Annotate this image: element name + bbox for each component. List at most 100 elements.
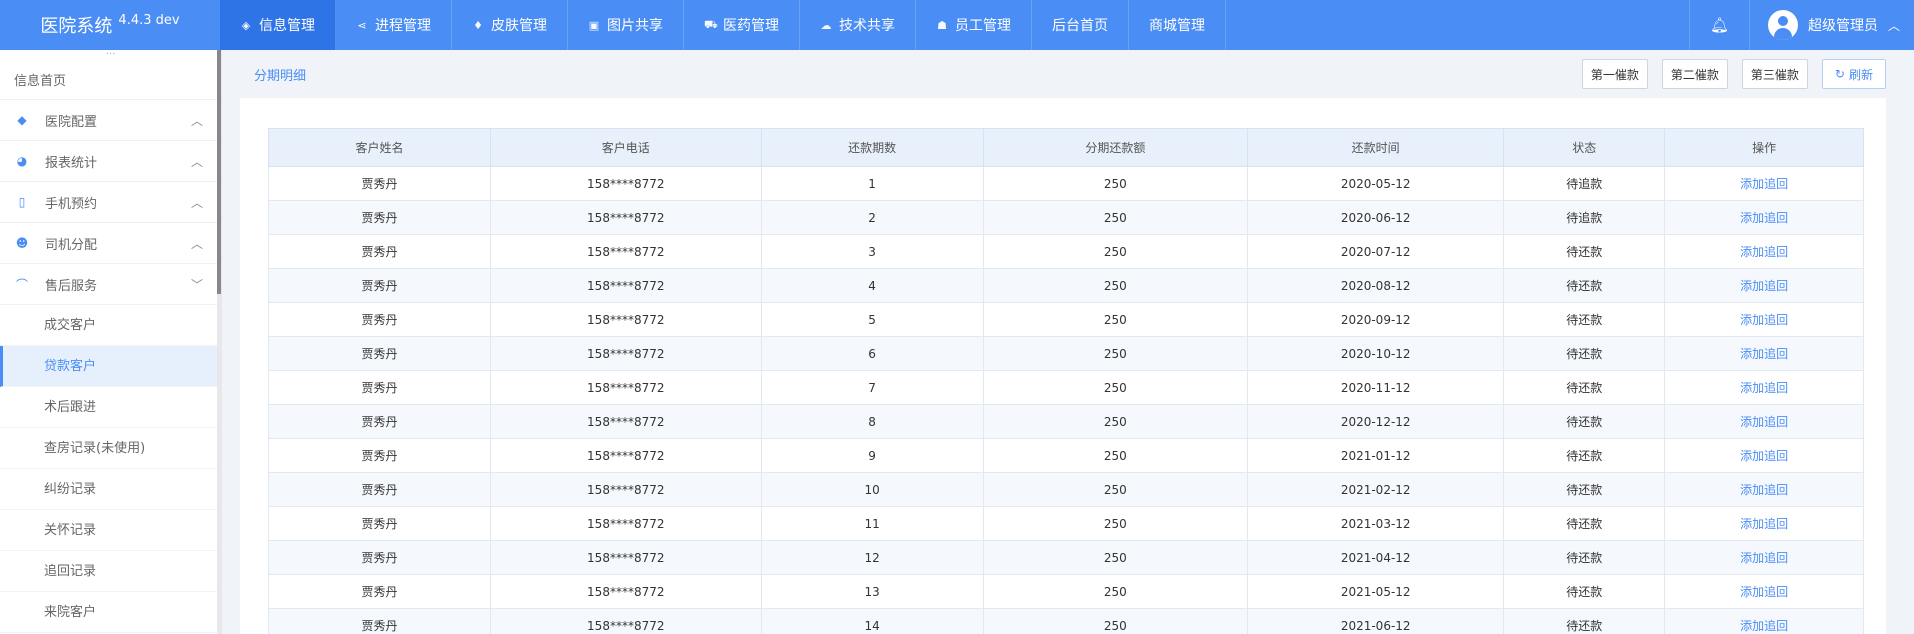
add-recovery-link[interactable]: 添加追回: [1664, 472, 1864, 507]
table-cell: 待还款: [1503, 574, 1666, 609]
sidebar-item-home[interactable]: 信息首页: [0, 64, 221, 100]
table-cell: 250: [982, 370, 1249, 405]
table-cell: 250: [982, 336, 1249, 371]
nav-item-7[interactable]: 后台首页: [1032, 0, 1129, 50]
table-cell: 250: [982, 608, 1249, 634]
table-cell: 2020-05-12: [1247, 166, 1505, 201]
nav-item-5[interactable]: ☁ 技术共享: [800, 0, 916, 50]
add-recovery-link[interactable]: 添加追回: [1664, 608, 1864, 634]
nav-item-1[interactable]: ⋖ 进程管理: [336, 0, 452, 50]
table-cell: 14: [760, 608, 984, 634]
share-icon: ⋖: [357, 18, 367, 32]
table-row: 贾秀丹 158****8772 12 250 2021-04-12 待还款 添加追回: [268, 540, 1864, 575]
add-recovery-link[interactable]: 添加追回: [1664, 404, 1864, 439]
add-recovery-link[interactable]: 添加追回: [1664, 336, 1864, 371]
table-cell: 158****8772: [489, 404, 762, 439]
sidebar-scrollbar[interactable]: [217, 50, 221, 634]
add-recovery-link[interactable]: 添加追回: [1664, 200, 1864, 235]
table-cell: 3: [760, 234, 984, 269]
add-recovery-link[interactable]: 添加追回: [1664, 302, 1864, 337]
refresh-button[interactable]: ↻ 刷新: [1821, 59, 1886, 89]
table-cell: 2021-03-12: [1247, 506, 1505, 541]
sidebar-subitem-1[interactable]: 贷款客户: [0, 346, 221, 387]
table-cell: 待还款: [1503, 268, 1666, 303]
second-reminder-button[interactable]: 第二催款: [1661, 59, 1728, 89]
table-row: 贾秀丹 158****8772 2 250 2020-06-12 待追款 添加追回: [268, 200, 1864, 235]
nav-item-label: 医药管理: [723, 18, 779, 34]
sidebar-subitem-7[interactable]: 来院客户: [0, 592, 221, 633]
table-cell: 250: [982, 200, 1249, 235]
table-cell: 250: [982, 472, 1249, 507]
table-cell: 250: [982, 234, 1249, 269]
table-cell: 7: [760, 370, 984, 405]
table-cell: 2: [760, 200, 984, 235]
add-recovery-link[interactable]: 添加追回: [1664, 574, 1864, 609]
table-cell: 158****8772: [489, 268, 762, 303]
table-cell: 6: [760, 336, 984, 371]
nav-item-3[interactable]: ▣ 图片共享: [568, 0, 684, 50]
sidebar-subitem-3[interactable]: 查房记录(未使用): [0, 428, 221, 469]
table-cell: 158****8772: [489, 472, 762, 507]
table-cell: 158****8772: [489, 438, 762, 473]
table-cell: 贾秀丹: [268, 166, 491, 201]
table-cell: 2020-11-12: [1247, 370, 1505, 405]
table-row: 贾秀丹 158****8772 5 250 2020-09-12 待还款 添加追回: [268, 302, 1864, 337]
nav-item-4[interactable]: ⛟ 医药管理: [684, 0, 800, 50]
sidebar-group-label: 报表统计: [45, 155, 98, 171]
table-cell: 待还款: [1503, 472, 1666, 507]
sidebar-group-4[interactable]: ⌒ 售后服务 ﹀: [0, 264, 221, 305]
add-recovery-link[interactable]: 添加追回: [1664, 438, 1864, 473]
cube-icon: ◈: [241, 18, 251, 32]
nav-item-8[interactable]: 商城管理: [1129, 0, 1226, 50]
nav-item-6[interactable]: ☗ 员工管理: [916, 0, 1032, 50]
table-cell: 待追款: [1503, 200, 1666, 235]
sidebar-group-2[interactable]: ▯ 手机预约 ︿: [0, 182, 221, 223]
table-cell: 250: [982, 268, 1249, 303]
refresh-icon: ↻: [1834, 67, 1845, 81]
column-header: 还款期数: [760, 128, 984, 167]
table-cell: 贾秀丹: [268, 404, 491, 439]
person-icon: ☻: [15, 236, 29, 250]
headset-icon: ⌒: [15, 277, 28, 292]
notification-bell-icon[interactable]: 🔔︎: [1688, 0, 1749, 50]
sidebar-subitem-0[interactable]: 成交客户: [0, 305, 221, 346]
nav-item-2[interactable]: ♦ 皮肤管理: [452, 0, 568, 50]
sidebar-group-0[interactable]: ◆ 医院配置 ︿: [0, 100, 221, 141]
add-recovery-link[interactable]: 添加追回: [1664, 370, 1864, 405]
table-cell: 250: [982, 506, 1249, 541]
sidebar-scrollbar-thumb[interactable]: [217, 50, 221, 294]
table-cell: 8: [760, 404, 984, 439]
sidebar-subitem-6[interactable]: 追回记录: [0, 551, 221, 592]
table-row: 贾秀丹 158****8772 13 250 2021-05-12 待还款 添加追回: [268, 574, 1864, 609]
first-reminder-button[interactable]: 第一催款: [1581, 59, 1648, 89]
sidebar-subitem-2[interactable]: 术后跟进: [0, 387, 221, 428]
add-recovery-link[interactable]: 添加追回: [1664, 506, 1864, 541]
table-cell: 贾秀丹: [268, 200, 491, 235]
table-cell: 2021-05-12: [1247, 574, 1505, 609]
table-cell: 贾秀丹: [268, 370, 491, 405]
sidebar-group-3[interactable]: ☻ 司机分配 ︿: [0, 223, 221, 264]
third-reminder-button[interactable]: 第三催款: [1741, 59, 1808, 89]
table-cell: 158****8772: [489, 608, 762, 634]
sidebar-group-label: 手机预约: [45, 196, 98, 212]
table-cell: 贾秀丹: [268, 438, 491, 473]
user-menu[interactable]: 超级管理员 ︿: [1748, 0, 1914, 50]
add-recovery-link[interactable]: 添加追回: [1664, 234, 1864, 269]
sidebar-group-1[interactable]: ◕ 报表统计 ︿: [0, 141, 221, 182]
sidebar-subitem-5[interactable]: 关怀记录: [0, 510, 221, 551]
chevron-down-icon: ﹀: [190, 277, 203, 292]
app-brand[interactable]: 医院系统 4.4.3 dev: [0, 0, 220, 50]
add-recovery-link[interactable]: 添加追回: [1664, 166, 1864, 201]
breadcrumb[interactable]: 分期明细: [254, 65, 306, 84]
nav-item-0[interactable]: ◈ 信息管理: [220, 0, 336, 50]
table-cell: 5: [760, 302, 984, 337]
add-recovery-link[interactable]: 添加追回: [1664, 540, 1864, 575]
table-cell: 待还款: [1503, 336, 1666, 371]
column-header: 还款时间: [1247, 128, 1505, 167]
add-recovery-link[interactable]: 添加追回: [1664, 268, 1864, 303]
chevron-up-icon: ︿: [190, 236, 203, 251]
sidebar-subitem-4[interactable]: 纠纷记录: [0, 469, 221, 510]
table-cell: 10: [760, 472, 984, 507]
drag-handle-icon[interactable]: ···: [0, 50, 221, 64]
table-cell: 2021-01-12: [1247, 438, 1505, 473]
